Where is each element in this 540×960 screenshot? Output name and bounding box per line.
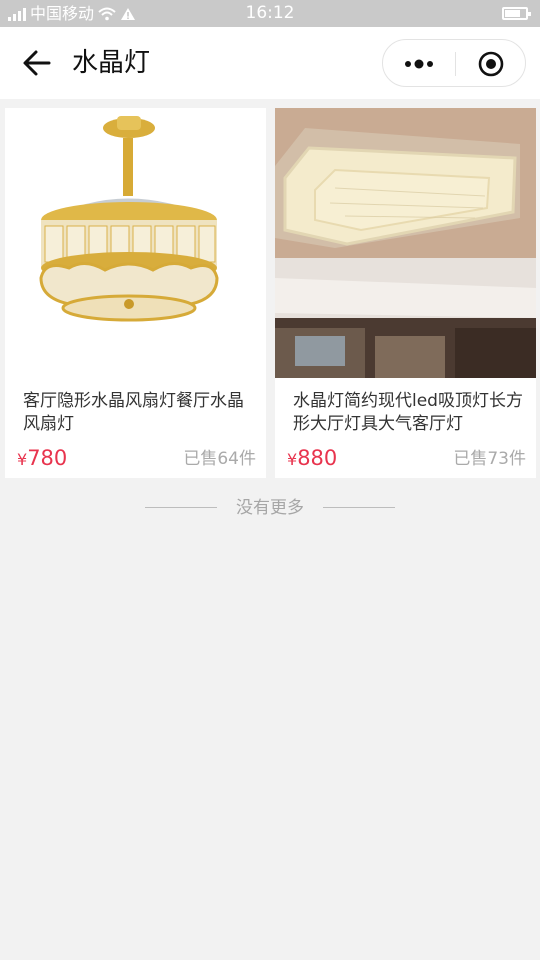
back-arrow-icon[interactable] [22,49,52,77]
page-title: 水晶灯 [72,48,151,78]
miniprogram-capsule [382,39,526,87]
status-bar: 中国移动 16:12 [0,0,540,27]
close-miniprogram-icon[interactable] [477,50,505,78]
battery-icon [502,7,531,20]
ceiling-light-room-image [275,108,536,378]
nav-header: 水晶灯 [0,27,540,99]
status-time: 16:12 [245,3,295,23]
product-title: 水晶灯简约现代led吸顶灯长方形大厅灯具大气客厅灯 [293,391,523,434]
currency-symbol: ¥ [17,450,28,469]
product-title: 客厅隐形水晶风扇灯餐厅水晶风扇灯 [23,391,244,434]
divider-line [323,507,395,508]
product-price: ¥880 [287,444,337,474]
product-card[interactable]: 水晶灯简约现代led吸顶灯长方形大厅灯具大气客厅灯 ¥880 已售73件 [275,108,536,478]
no-more-indicator: 没有更多 [0,494,540,522]
divider-line [145,507,217,508]
sold-count: 已售64件 [183,449,256,469]
capsule-divider [455,52,456,76]
product-price: ¥780 [17,444,67,474]
currency-symbol: ¥ [287,450,298,469]
ceiling-fan-light-image [5,108,266,378]
price-value: 880 [297,446,338,470]
no-more-text: 没有更多 [236,498,304,518]
product-card[interactable]: 客厅隐形水晶风扇灯餐厅水晶风扇灯 ¥780 已售64件 [5,108,266,478]
more-icon[interactable] [401,52,437,76]
price-value: 780 [27,446,68,470]
sold-count: 已售73件 [453,449,526,469]
